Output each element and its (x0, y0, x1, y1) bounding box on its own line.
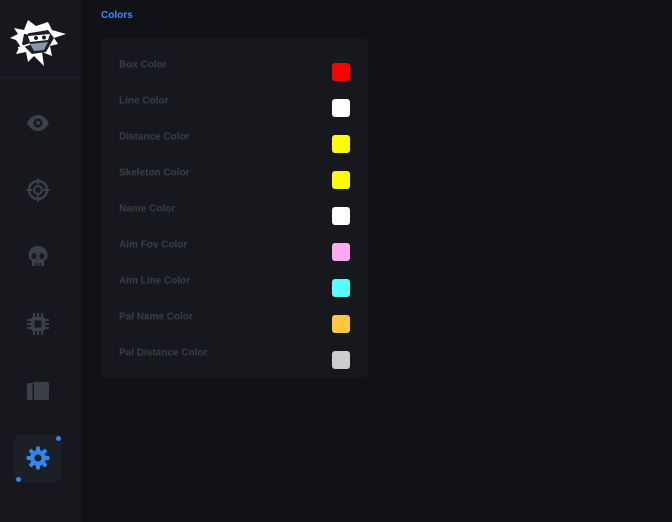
active-indicator-dot (16, 477, 21, 482)
color-label: Line Color (119, 95, 169, 107)
color-row-aim-fov: Aim Fov Color (101, 226, 368, 262)
color-label: Skeleton Color (119, 167, 190, 179)
sidebar-item-settings[interactable] (14, 434, 62, 482)
sidebar-item-configs[interactable] (14, 367, 62, 415)
active-indicator-dot (56, 436, 61, 441)
color-label: Distance Color (119, 131, 190, 143)
chip-icon (27, 313, 49, 335)
sidebar-item-visuals[interactable] (14, 99, 62, 147)
color-swatch[interactable] (332, 99, 350, 117)
color-swatch[interactable] (332, 171, 350, 189)
colors-panel: Box Color Line Color Distance Color Skel… (101, 38, 368, 378)
sidebar-item-aimbot[interactable] (14, 166, 62, 214)
section-title: Colors (101, 10, 133, 21)
color-row-aim-line: Aim Line Color (101, 262, 368, 298)
folder-icon (27, 382, 49, 400)
color-swatch[interactable] (332, 279, 350, 297)
eye-icon (27, 115, 49, 131)
color-row-pal-name: Pal Name Color (101, 298, 368, 334)
color-label: Pal Distance Color (119, 347, 208, 359)
color-row-name: Name Color (101, 190, 368, 226)
color-label: Box Color (119, 59, 167, 71)
color-label: Pal Name Color (119, 311, 193, 323)
ninja-logo-icon (10, 20, 66, 66)
color-swatch[interactable] (332, 315, 350, 333)
color-label: Aim Line Color (119, 275, 191, 287)
color-row-box: Box Color (101, 46, 368, 82)
color-label: Name Color (119, 203, 176, 215)
color-row-pal-distance: Pal Distance Color (101, 334, 368, 370)
color-swatch[interactable] (332, 63, 350, 81)
sidebar-item-misc[interactable] (14, 233, 62, 281)
color-swatch[interactable] (332, 351, 350, 369)
color-row-skeleton: Skeleton Color (101, 154, 368, 190)
skull-icon (28, 246, 48, 266)
sidebar-item-exploits[interactable] (14, 300, 62, 348)
color-label: Aim Fov Color (119, 239, 188, 251)
color-row-distance: Distance Color (101, 118, 368, 154)
gear-icon (26, 446, 50, 470)
color-swatch[interactable] (332, 243, 350, 261)
color-row-line: Line Color (101, 82, 368, 118)
sidebar (0, 0, 81, 522)
color-swatch[interactable] (332, 207, 350, 225)
color-swatch[interactable] (332, 135, 350, 153)
crosshair-icon (26, 178, 50, 202)
app-window: Colors Box Color Line Color Distance Col… (0, 0, 672, 522)
logo (0, 0, 81, 78)
